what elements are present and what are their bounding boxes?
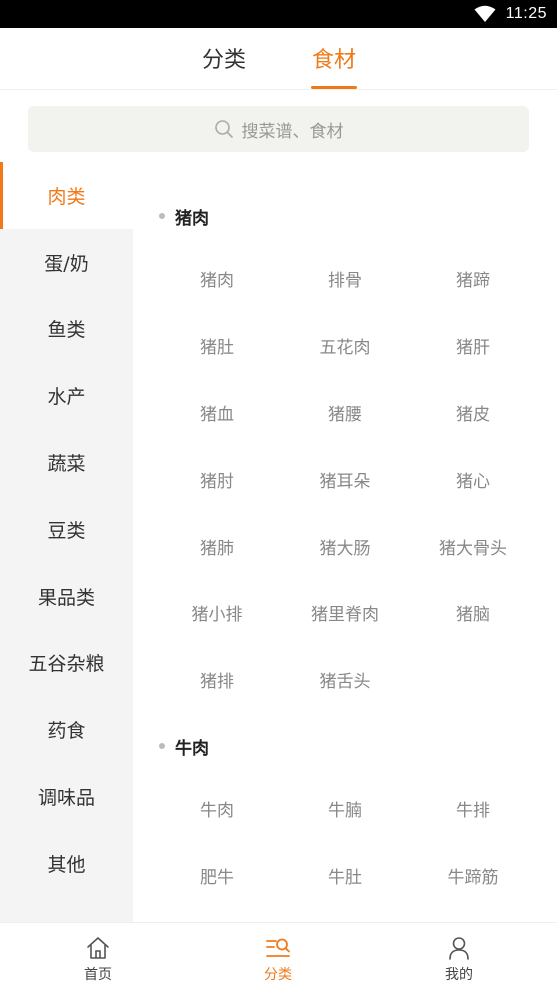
ingredient-item[interactable]: 猪里脊肉 [281,600,409,625]
ingredient-item[interactable]: 猪肘 [153,467,281,492]
ingredient-item[interactable]: 猪耳朵 [281,467,409,492]
sidebar-item-fish[interactable]: 鱼类 [0,296,133,363]
ingredient-item[interactable]: 猪肝 [409,333,537,358]
user-icon [449,937,469,960]
ingredient-item[interactable]: 猪舌头 [281,667,409,692]
bullet-dot [159,213,165,219]
sidebar-item-label: 其他 [47,853,86,876]
search-area: 搜菜谱、食材 [0,91,557,163]
nav-item-category[interactable]: 分类 [218,923,338,990]
nav-item-home[interactable]: 首页 [38,923,158,990]
ingredient-item[interactable]: 猪肺 [153,534,281,559]
sidebar-item-label: 蛋/奶 [44,252,89,275]
bullet-dot [159,743,165,749]
ingredient-item[interactable]: 猪皮 [409,400,537,425]
tab-ingredients-label: 食材 [311,48,356,73]
ingredient-item[interactable]: 牛肚 [281,863,409,888]
sidebar-item-seafood[interactable]: 水产 [0,362,133,429]
ingredient-item[interactable]: 猪排 [153,667,281,692]
ingredient-item[interactable]: 猪心 [409,467,537,492]
section-title-label: 猪肉 [175,209,209,229]
wifi-icon [474,5,496,22]
sidebar-item-other[interactable]: 其他 [0,830,133,897]
ingredient-item[interactable]: 猪小排 [153,600,281,625]
category-icon [266,938,290,957]
section-title-label: 牛肉 [175,739,209,759]
ingredient-item[interactable]: 猪肚 [153,333,281,358]
sidebar-item-fruits[interactable]: 果品类 [0,563,133,630]
nav-item-profile[interactable]: 我的 [399,923,519,990]
ingredient-item[interactable]: 猪大骨头 [409,534,537,559]
active-tab-indicator [311,86,357,89]
ingredient-item[interactable]: 排骨 [281,266,409,291]
status-bar: 11:25 [0,0,557,28]
top-tab-bar: 分类 食材 [0,28,557,90]
ingredient-item[interactable]: 牛排 [409,796,537,821]
sidebar-item-medicinal-food[interactable]: 药食 [0,696,133,763]
sidebar-item-seasoning[interactable]: 调味品 [0,763,133,830]
ingredient-item[interactable]: 猪腰 [281,400,409,425]
nav-label-category: 分类 [264,967,292,983]
search-icon [214,120,233,138]
ingredient-item[interactable]: 猪大肠 [281,534,409,559]
sidebar-item-label: 水产 [47,386,86,409]
sidebar-item-egg-milk[interactable]: 蛋/奶 [0,229,133,296]
sidebar-item-meat[interactable]: 肉类 [0,162,133,229]
ingredient-item[interactable]: 猪血 [153,400,281,425]
home-icon [87,937,109,959]
tab-category-label: 分类 [201,48,246,73]
sidebar-item-label: 调味品 [37,787,95,810]
ingredient-list: 猪肉 猪肉 排骨 猪蹄 猪肚 五花肉 猪肝 猪血 猪腰 猪皮 猪肘 猪耳朵 猪心… [133,162,557,922]
tab-ingredients[interactable]: 食材 [309,42,359,90]
bottom-nav: 首页 分类 我的 [0,922,557,990]
ingredient-item[interactable]: 牛腩 [281,796,409,821]
sidebar-item-label: 肉类 [47,185,86,208]
sidebar-item-label: 果品类 [37,586,95,609]
ingredient-item[interactable]: 牛肉 [153,796,281,821]
app-screen: 11:25 分类 食材 搜菜谱、食材 肉类 蛋/奶 鱼类 水产 蔬菜 豆类 果品… [0,0,557,990]
ingredient-item[interactable]: 猪脑 [409,600,537,625]
ingredient-item[interactable]: 五花肉 [281,333,409,358]
ingredient-item[interactable]: 牛蹄筋 [409,863,537,888]
search-input[interactable]: 搜菜谱、食材 [28,106,529,152]
sidebar-item-label: 五谷杂粮 [28,653,105,676]
nav-label-profile: 我的 [445,967,473,983]
sidebar-item-label: 蔬菜 [47,453,86,476]
sidebar-item-grains[interactable]: 五谷杂粮 [0,630,133,697]
ingredient-item[interactable]: 猪肉 [153,266,281,291]
section-title-pork: 猪肉 [159,204,209,229]
ingredient-item[interactable]: 猪蹄 [409,266,537,291]
nav-label-home: 首页 [84,967,112,983]
sidebar-item-label: 鱼类 [47,319,86,342]
section-title-beef: 牛肉 [159,734,209,759]
category-sidebar: 肉类 蛋/奶 鱼类 水产 蔬菜 豆类 果品类 五谷杂粮 药食 调味品 其他 [0,162,133,922]
sidebar-item-label: 豆类 [47,519,86,542]
status-time: 11:25 [505,5,547,22]
ingredient-item[interactable]: 肥牛 [153,863,281,888]
search-placeholder: 搜菜谱、食材 [241,121,344,142]
tab-category[interactable]: 分类 [199,42,249,90]
sidebar-item-vegetables[interactable]: 蔬菜 [0,429,133,496]
sidebar-item-label: 药食 [47,720,86,743]
sidebar-item-beans[interactable]: 豆类 [0,496,133,563]
